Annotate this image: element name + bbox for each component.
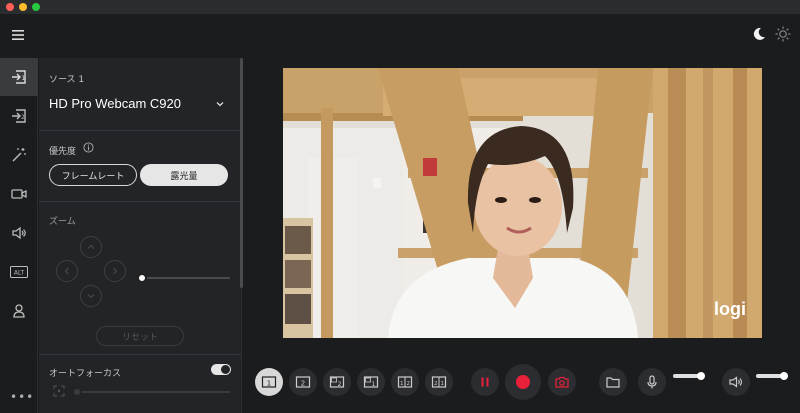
- layout-single-1-icon: 1: [261, 376, 277, 388]
- sidebar-rail: 1 2 ALT: [0, 58, 38, 413]
- svg-text:2: 2: [301, 380, 305, 388]
- webcam-frame-image: [283, 68, 762, 338]
- title-bar: [0, 0, 800, 14]
- svg-text:1: 1: [267, 380, 271, 388]
- chevron-left-icon: [64, 267, 69, 275]
- pause-icon: [481, 377, 489, 387]
- pan-right-button[interactable]: [104, 260, 126, 282]
- moon-icon[interactable]: [750, 25, 768, 43]
- focus-frame-icon: [53, 385, 65, 397]
- layout-split-2-1-icon: 21: [431, 376, 447, 388]
- sidebar-item-source-2[interactable]: 2: [0, 97, 38, 135]
- top-bar: [0, 14, 800, 56]
- speaker-icon: [12, 226, 26, 240]
- svg-text:1: 1: [22, 75, 26, 82]
- sidebar-item-audio[interactable]: [0, 214, 38, 252]
- alt-label: ALT: [14, 270, 25, 277]
- speaker-volume-handle[interactable]: [780, 372, 788, 380]
- pan-down-button[interactable]: [80, 285, 102, 307]
- svg-text:1: 1: [400, 381, 404, 387]
- record-button[interactable]: [505, 364, 541, 400]
- alt-icon: ALT: [10, 266, 28, 278]
- hamburger-menu-icon[interactable]: [10, 27, 26, 43]
- camera-preview: logi: [283, 68, 762, 338]
- layout-single-2-icon: 2: [295, 376, 311, 388]
- zoom-slider-handle[interactable]: [137, 273, 147, 283]
- more-options-button[interactable]: •••: [10, 390, 34, 404]
- open-folder-button[interactable]: [599, 368, 627, 396]
- autofocus-toggle[interactable]: [211, 364, 231, 375]
- layout-split-1-2-icon: 12: [397, 376, 413, 388]
- source-label: ソース 1: [49, 75, 85, 85]
- reset-button[interactable]: リセット: [96, 326, 184, 346]
- pan-left-button[interactable]: [56, 260, 78, 282]
- close-window-button[interactable]: [6, 3, 14, 11]
- priority-label: 優先度: [49, 147, 77, 157]
- layout-pip-1-2-button[interactable]: 2: [323, 368, 351, 396]
- folder-icon: [606, 377, 620, 388]
- svg-text:2: 2: [406, 381, 410, 387]
- microphone-button[interactable]: [638, 368, 666, 396]
- chevron-up-icon: [87, 244, 95, 249]
- zoom-slider[interactable]: [142, 277, 230, 279]
- chevron-down-icon: [87, 294, 95, 299]
- microphone-level-handle[interactable]: [697, 372, 705, 380]
- svg-text:1: 1: [372, 381, 376, 388]
- minimize-window-button[interactable]: [19, 3, 27, 11]
- snapshot-button[interactable]: [548, 368, 576, 396]
- divider: [39, 201, 241, 202]
- zoom-label: ズーム: [49, 217, 76, 227]
- priority-exposure-button[interactable]: 露光量: [140, 164, 228, 186]
- info-icon[interactable]: [83, 142, 94, 153]
- pan-up-button[interactable]: [80, 236, 102, 258]
- focus-slider-handle[interactable]: [72, 387, 82, 397]
- camera-snapshot-icon: [555, 376, 569, 388]
- speaker-button[interactable]: [722, 368, 750, 396]
- svg-text:2: 2: [434, 381, 438, 387]
- chevron-down-icon[interactable]: [216, 100, 224, 108]
- chevron-right-icon: [113, 267, 118, 275]
- svg-text:1: 1: [440, 381, 444, 387]
- layout-split-2-1-button[interactable]: 21: [425, 368, 453, 396]
- layout-1-button[interactable]: 1: [255, 368, 283, 396]
- layout-pip-2-1-icon: 1: [363, 376, 379, 388]
- sidebar-item-account[interactable]: [0, 292, 38, 330]
- source2-icon: 2: [12, 109, 26, 123]
- source1-icon: 1: [12, 70, 26, 84]
- sidebar-item-effects[interactable]: [0, 136, 38, 174]
- priority-framerate-button[interactable]: フレームレート: [49, 164, 137, 186]
- sidebar-item-camera[interactable]: [0, 175, 38, 213]
- effects-wand-icon: [12, 148, 26, 162]
- person-icon: [13, 304, 25, 318]
- sidebar-item-alt[interactable]: ALT: [0, 253, 38, 291]
- toggle-knob: [221, 365, 230, 374]
- layout-pip-2-1-button[interactable]: 1: [357, 368, 385, 396]
- layout-split-1-2-button[interactable]: 12: [391, 368, 419, 396]
- microphone-icon: [647, 375, 657, 389]
- layout-2-button[interactable]: 2: [289, 368, 317, 396]
- divider: [39, 354, 241, 355]
- record-icon: [516, 375, 530, 389]
- logi-watermark: logi: [714, 299, 746, 319]
- focus-slider[interactable]: [77, 391, 230, 393]
- settings-panel: ソース 1 HD Pro Webcam C920 優先度 フレームレート 露光量…: [39, 58, 242, 413]
- maximize-window-button[interactable]: [32, 3, 40, 11]
- pause-button[interactable]: [471, 368, 499, 396]
- divider: [39, 130, 241, 131]
- layout-pip-1-2-icon: 2: [329, 376, 345, 388]
- sidebar-item-source-1[interactable]: 1: [0, 58, 38, 96]
- camera-select[interactable]: HD Pro Webcam C920: [49, 96, 181, 111]
- speaker-icon: [729, 376, 743, 388]
- camera-icon: [11, 189, 27, 199]
- sun-icon[interactable]: [774, 25, 792, 43]
- svg-text:2: 2: [338, 381, 342, 388]
- svg-text:2: 2: [21, 114, 25, 121]
- autofocus-label: オートフォーカス: [49, 369, 122, 379]
